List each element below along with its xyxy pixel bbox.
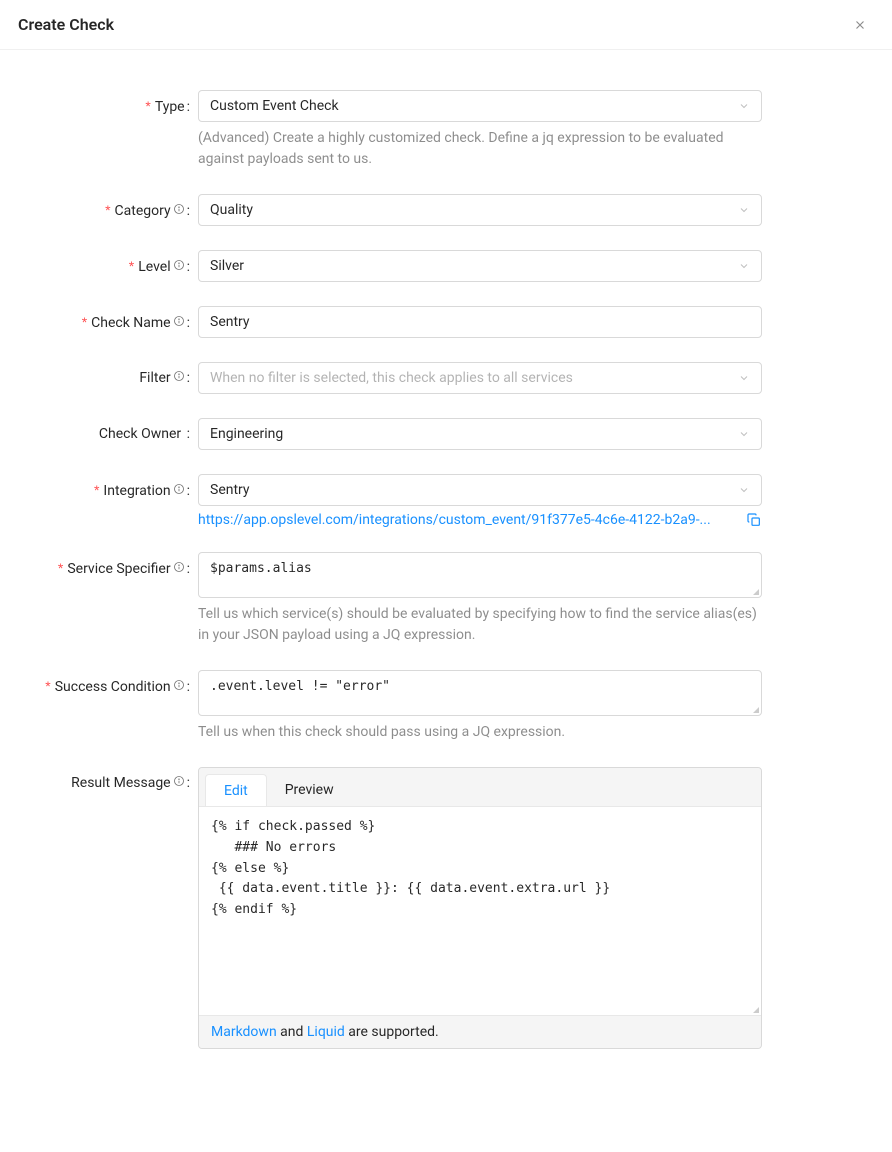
chevron-down-icon bbox=[738, 484, 750, 496]
chevron-down-icon bbox=[738, 100, 750, 112]
tab-preview[interactable]: Preview bbox=[267, 774, 352, 806]
editor-footer: Markdown and Liquid are supported. bbox=[199, 1016, 761, 1048]
chevron-down-icon bbox=[738, 204, 750, 216]
chevron-down-icon bbox=[738, 372, 750, 384]
type-select[interactable]: Custom Event Check bbox=[198, 90, 762, 122]
result-message-editor: Edit Preview {% if check.passed %} ### N… bbox=[198, 767, 762, 1049]
markdown-link[interactable]: Markdown bbox=[211, 1024, 277, 1040]
info-icon[interactable] bbox=[173, 679, 185, 691]
label-filter: Filter: bbox=[30, 362, 198, 389]
chevron-down-icon bbox=[738, 260, 750, 272]
row-result-message: Result Message: Edit Preview {% if check… bbox=[30, 767, 762, 1049]
row-service-specifier: *Service Specifier: $params.alias Tell u… bbox=[30, 552, 762, 646]
required-star: * bbox=[58, 560, 63, 576]
label-integration: *Integration: bbox=[30, 474, 198, 502]
info-icon[interactable] bbox=[173, 315, 185, 327]
result-message-textarea[interactable]: {% if check.passed %} ### No errors {% e… bbox=[199, 806, 761, 1016]
resize-handle-icon[interactable] bbox=[750, 704, 760, 714]
close-icon[interactable] bbox=[852, 17, 868, 33]
label-category: *Category: bbox=[30, 194, 198, 222]
label-result-message: Result Message: bbox=[30, 767, 198, 794]
label-check-owner: Check Owner : bbox=[30, 418, 198, 445]
check-owner-select[interactable]: Engineering bbox=[198, 418, 762, 450]
integration-select[interactable]: Sentry bbox=[198, 474, 762, 506]
row-success-condition: *Success Condition: .event.level != "err… bbox=[30, 670, 762, 743]
required-star: * bbox=[94, 482, 99, 498]
info-icon[interactable] bbox=[173, 775, 185, 787]
modal-header: Create Check bbox=[0, 0, 892, 50]
success-condition-textarea[interactable]: .event.level != "error" bbox=[198, 670, 762, 716]
label-level: *Level: bbox=[30, 250, 198, 278]
modal-title: Create Check bbox=[18, 15, 114, 34]
info-icon[interactable] bbox=[173, 483, 185, 495]
editor-tabs: Edit Preview bbox=[199, 768, 761, 806]
required-star: * bbox=[105, 202, 110, 218]
label-success-condition: *Success Condition: bbox=[30, 670, 198, 698]
required-star: * bbox=[45, 678, 50, 694]
success-condition-help: Tell us when this check should pass usin… bbox=[198, 722, 762, 743]
check-name-input[interactable]: Sentry bbox=[198, 306, 762, 338]
row-filter: Filter: When no filter is selected, this… bbox=[30, 362, 762, 394]
info-icon[interactable] bbox=[173, 370, 185, 382]
category-select[interactable]: Quality bbox=[198, 194, 762, 226]
resize-handle-icon[interactable] bbox=[750, 586, 760, 596]
row-check-owner: Check Owner : Engineering bbox=[30, 418, 762, 450]
resize-handle-icon[interactable] bbox=[750, 1004, 760, 1014]
modal-body: *Type: Custom Event Check (Advanced) Cre… bbox=[0, 50, 892, 1113]
label-type: *Type: bbox=[30, 90, 198, 118]
label-check-name: *Check Name: bbox=[30, 306, 198, 334]
level-select[interactable]: Silver bbox=[198, 250, 762, 282]
row-level: *Level: Silver bbox=[30, 250, 762, 282]
row-category: *Category: Quality bbox=[30, 194, 762, 226]
label-service-specifier: *Service Specifier: bbox=[30, 552, 198, 580]
required-star: * bbox=[145, 98, 150, 114]
liquid-link[interactable]: Liquid bbox=[307, 1024, 345, 1040]
info-icon[interactable] bbox=[173, 259, 185, 271]
type-help: (Advanced) Create a highly customized ch… bbox=[198, 128, 762, 170]
integration-url-link[interactable]: https://app.opslevel.com/integrations/cu… bbox=[198, 512, 738, 528]
row-check-name: *Check Name: Sentry bbox=[30, 306, 762, 338]
required-star: * bbox=[82, 314, 87, 330]
info-icon[interactable] bbox=[173, 561, 185, 573]
integration-url-row: https://app.opslevel.com/integrations/cu… bbox=[198, 512, 762, 528]
row-integration: *Integration: Sentry https://app.opsleve… bbox=[30, 474, 762, 528]
row-type: *Type: Custom Event Check (Advanced) Cre… bbox=[30, 90, 762, 170]
filter-select[interactable]: When no filter is selected, this check a… bbox=[198, 362, 762, 394]
tab-edit[interactable]: Edit bbox=[205, 774, 267, 807]
service-specifier-help: Tell us which service(s) should be evalu… bbox=[198, 604, 762, 646]
service-specifier-textarea[interactable]: $params.alias bbox=[198, 552, 762, 598]
chevron-down-icon bbox=[738, 428, 750, 440]
info-icon[interactable] bbox=[173, 203, 185, 215]
copy-icon[interactable] bbox=[746, 512, 762, 528]
required-star: * bbox=[129, 258, 134, 274]
